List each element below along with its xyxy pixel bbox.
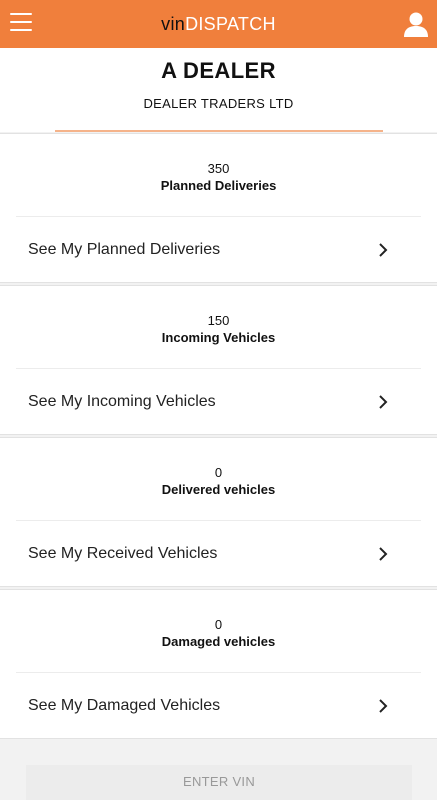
stat-label: Damaged vehicles — [161, 634, 276, 649]
chevron-right-icon — [379, 243, 388, 257]
damaged-vehicles-card: 0 Damaged vehicles See My Damaged Vehicl… — [0, 589, 437, 739]
user-profile-icon[interactable] — [401, 9, 431, 39]
stat-count: 0 — [214, 465, 223, 480]
stat-count: 0 — [214, 617, 223, 632]
stat-count: 350 — [207, 161, 230, 176]
stat-label: Delivered vehicles — [161, 482, 276, 497]
chevron-right-icon — [379, 699, 388, 713]
see-damaged-vehicles-link[interactable]: See My Damaged Vehicles — [0, 673, 437, 739]
dealer-header: A DEALER DEALER TRADERS LTD — [0, 48, 437, 132]
delivered-vehicles-card: 0 Delivered vehicles See My Received Veh… — [0, 437, 437, 587]
link-label: See My Received Vehicles — [28, 545, 218, 562]
see-incoming-vehicles-link[interactable]: See My Incoming Vehicles — [0, 369, 437, 435]
link-label: See My Damaged Vehicles — [28, 697, 221, 714]
chevron-right-icon — [379, 395, 388, 409]
app-title: vinDISPATCH — [161, 14, 276, 35]
enter-vin-button[interactable]: ENTER VIN — [26, 765, 412, 800]
app-bar: vinDISPATCH — [0, 0, 437, 48]
brand-prefix: vin — [161, 13, 186, 34]
stat-count: 150 — [207, 313, 230, 328]
stat-block: 0 Delivered vehicles — [0, 465, 437, 497]
stat-block: 0 Damaged vehicles — [0, 617, 437, 649]
stat-block: 150 Incoming Vehicles — [0, 313, 437, 345]
hamburger-menu-icon[interactable] — [10, 13, 32, 35]
brand-suffix: DISPATCH — [185, 13, 276, 34]
stat-label: Incoming Vehicles — [161, 330, 276, 345]
see-planned-deliveries-link[interactable]: See My Planned Deliveries — [0, 217, 437, 283]
link-label: See My Incoming Vehicles — [28, 393, 216, 410]
incoming-vehicles-card: 150 Incoming Vehicles See My Incoming Ve… — [0, 285, 437, 435]
link-label: See My Planned Deliveries — [28, 241, 221, 258]
stat-label: Planned Deliveries — [160, 178, 277, 193]
see-received-vehicles-link[interactable]: See My Received Vehicles — [0, 521, 437, 587]
chevron-right-icon — [379, 547, 388, 561]
dealer-name: A DEALER — [161, 58, 276, 83]
planned-deliveries-card: 350 Planned Deliveries See My Planned De… — [0, 133, 437, 283]
stat-block: 350 Planned Deliveries — [0, 161, 437, 193]
company-name: DEALER TRADERS LTD — [143, 96, 294, 111]
header-underline — [55, 130, 383, 132]
